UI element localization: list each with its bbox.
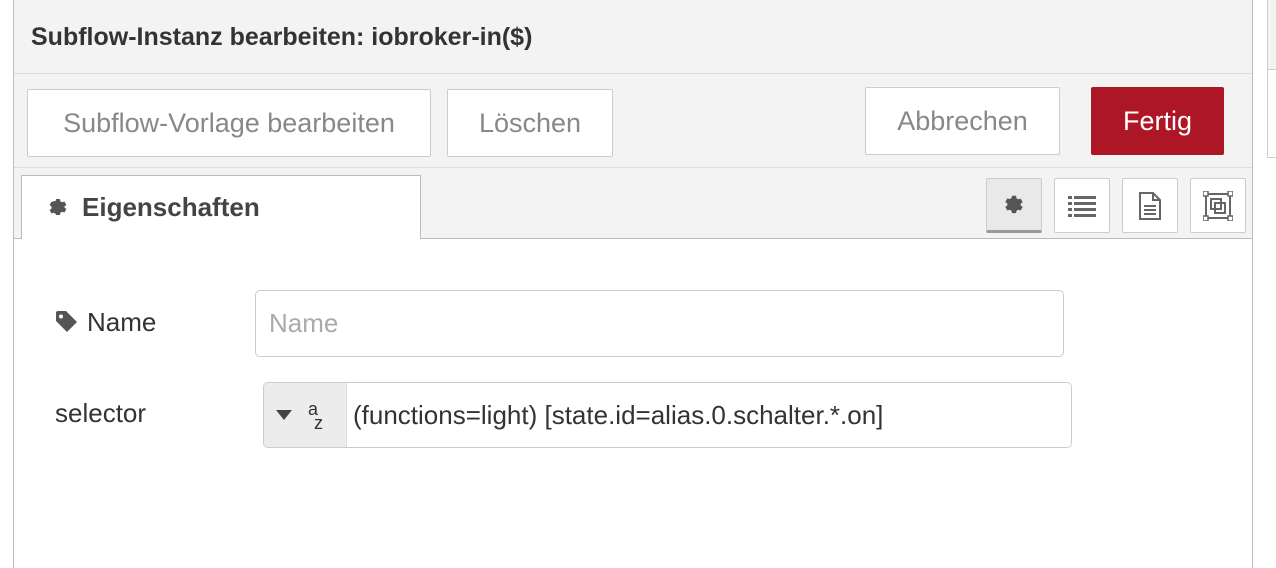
properties-panel: Name selector a z (functions=light) [sta…	[14, 239, 1252, 568]
selector-value[interactable]: (functions=light) [state.id=alias.0.scha…	[347, 383, 1071, 447]
tab-properties-label: Eigenschaften	[82, 192, 260, 222]
name-row-label: Name	[55, 305, 156, 339]
caret-down-icon	[276, 410, 292, 420]
tab-bar: Eigenschaften	[14, 168, 1252, 239]
list-icon	[1068, 195, 1096, 217]
selector-label: selector	[55, 397, 147, 428]
description-view-button[interactable]	[1054, 178, 1110, 233]
delete-button[interactable]: Löschen	[447, 89, 613, 157]
appearance-view-button[interactable]	[1190, 178, 1246, 233]
selector-type-dropdown[interactable]: a z	[264, 383, 347, 447]
subflow-instance-edit-tray: Subflow-Instanz bearbeiten: iobroker-in(…	[13, 0, 1253, 568]
info-view-button[interactable]	[1122, 178, 1178, 233]
dialog-header: Subflow-Instanz bearbeiten: iobroker-in(…	[14, 0, 1252, 74]
scrollbar-segment[interactable]	[1267, 0, 1276, 70]
edit-subflow-template-button[interactable]: Subflow-Vorlage bearbeiten	[27, 89, 431, 157]
name-input[interactable]	[256, 291, 1063, 356]
cancel-button[interactable]: Abbrechen	[865, 87, 1060, 155]
selector-typed-input[interactable]: a z (functions=light) [state.id=alias.0.…	[263, 382, 1072, 448]
gear-icon	[49, 198, 67, 215]
dialog-title: Subflow-Instanz bearbeiten: iobroker-in(…	[31, 23, 533, 51]
scrollbar-segment[interactable]	[1267, 70, 1276, 158]
name-label: Name	[87, 306, 157, 337]
right-scroll-gutter	[1253, 0, 1276, 568]
dialog-toolbar: Subflow-Vorlage bearbeiten Löschen Abbre…	[14, 74, 1252, 168]
properties-view-button[interactable]	[986, 178, 1042, 233]
frame-icon	[1203, 190, 1233, 221]
string-type-icon: a z	[308, 399, 323, 433]
done-button[interactable]: Fertig	[1091, 87, 1224, 155]
name-field[interactable]	[255, 290, 1064, 357]
tag-icon	[56, 311, 77, 332]
tab-properties[interactable]: Eigenschaften	[21, 175, 421, 239]
document-icon	[1139, 191, 1161, 220]
gear-icon	[1005, 195, 1023, 213]
